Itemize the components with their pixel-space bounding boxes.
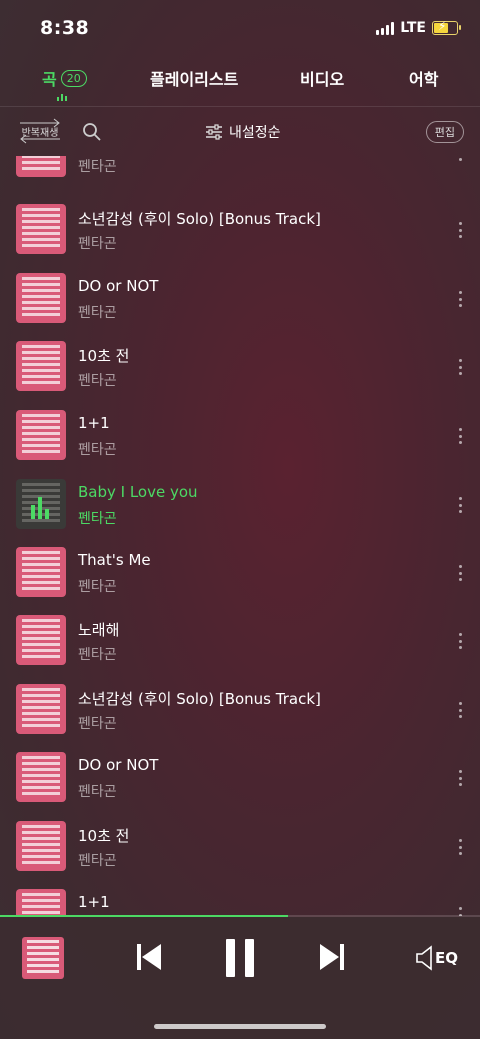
sort-button[interactable]: 내설정순 — [205, 122, 281, 142]
song-title: 1+1 — [78, 414, 110, 432]
more-options-icon[interactable] — [458, 633, 462, 649]
song-artist: 펜타곤 — [78, 236, 117, 252]
status-time: 8:38 — [40, 17, 90, 39]
song-title: 10초 전 — [78, 347, 130, 365]
more-options-icon[interactable] — [458, 565, 462, 581]
list-item[interactable]: That's Me 펜타곤 — [0, 547, 480, 615]
song-title: That's Me — [78, 551, 151, 569]
more-options-icon[interactable] — [458, 222, 462, 238]
home-indicator — [154, 1024, 326, 1029]
signal-icon — [376, 21, 395, 35]
tab-bar: 곡 20 플레이리스트 비디오 어학 — [0, 60, 480, 107]
song-artist: 펜타곤 — [78, 716, 117, 732]
album-art — [16, 547, 66, 597]
more-options-icon[interactable] — [458, 291, 462, 307]
list-item[interactable]: 소년감성 (후이 Solo) [Bonus Track] 펜타곤 — [0, 204, 480, 272]
album-art — [16, 273, 66, 323]
album-art — [16, 204, 66, 254]
tab-playlist[interactable]: 플레이리스트 — [150, 66, 238, 90]
more-options-icon[interactable] — [458, 702, 462, 718]
song-title: 소년감성 (후이 Solo) [Bonus Track] — [78, 690, 321, 708]
more-options-icon[interactable] — [458, 497, 462, 513]
song-artist: 펜타곤 — [78, 305, 117, 321]
pause-icon[interactable] — [225, 939, 255, 981]
previous-track-icon[interactable] — [136, 941, 162, 977]
list-item[interactable]: 1+1 — [0, 889, 480, 916]
repeat-icon — [20, 118, 60, 144]
status-bar: 8:38 LTE ⚡ — [0, 0, 480, 56]
album-art — [16, 615, 66, 665]
song-title: Baby I Love you — [78, 483, 198, 501]
list-item[interactable]: 10초 전 펜타곤 — [0, 821, 480, 889]
edit-button[interactable]: 편집 — [425, 121, 464, 143]
song-artist: 펜타곤 — [78, 784, 117, 800]
song-title: 노래해 — [78, 621, 120, 639]
song-artist: 펜타곤 — [78, 853, 117, 869]
more-options-icon[interactable] — [458, 428, 462, 444]
sort-label: 내설정순 — [229, 125, 281, 141]
song-artist: 펜타곤 — [78, 442, 117, 458]
song-title: 10초 전 — [78, 827, 130, 845]
album-art — [16, 889, 66, 916]
list-item[interactable]: DO or NOT 펜타곤 — [0, 752, 480, 820]
song-artist: 펜타곤 — [78, 579, 117, 595]
equalizer-icon — [31, 497, 49, 519]
eq-button[interactable]: EQ — [415, 945, 458, 971]
song-title: 1+1 — [78, 893, 110, 911]
song-title: DO or NOT — [78, 756, 159, 774]
speaker-icon — [416, 945, 432, 971]
song-artist: 펜타곤 — [78, 373, 117, 389]
eq-label: EQ — [435, 949, 458, 967]
song-artist: 펜타곤 — [78, 159, 117, 175]
list-item[interactable]: 펜타곤 — [0, 156, 480, 195]
more-options-icon[interactable] — [458, 359, 462, 375]
album-art — [16, 410, 66, 460]
song-count-badge: 20 — [60, 69, 87, 87]
song-title: DO or NOT — [78, 277, 159, 295]
sliders-icon — [206, 124, 222, 140]
network-label: LTE — [400, 20, 426, 36]
album-art — [16, 821, 66, 871]
more-options-icon[interactable] — [458, 839, 462, 855]
playing-indicator-icon — [57, 94, 67, 101]
mini-player: EQ — [0, 917, 480, 1039]
list-item[interactable]: 1+1 펜타곤 — [0, 410, 480, 478]
now-playing-album-art[interactable] — [22, 937, 64, 979]
list-item[interactable]: 노래해 펜타곤 — [0, 615, 480, 683]
tab-language[interactable]: 어학 — [409, 66, 438, 90]
song-artist: 펜타곤 — [78, 511, 117, 527]
more-options-icon[interactable] — [458, 770, 462, 786]
list-item[interactable]: 소년감성 (후이 Solo) [Bonus Track] 펜타곤 — [0, 684, 480, 752]
tab-video[interactable]: 비디오 — [300, 66, 344, 90]
album-art — [16, 479, 66, 529]
song-title: 소년감성 (후이 Solo) [Bonus Track] — [78, 210, 321, 228]
song-artist: 펜타곤 — [78, 647, 117, 663]
tab-songs-label: 곡 — [42, 70, 57, 89]
album-art — [16, 684, 66, 734]
repeat-button[interactable]: 반복재생 — [16, 118, 64, 144]
search-icon[interactable] — [82, 122, 102, 146]
battery-icon: ⚡ — [432, 19, 461, 35]
album-art — [16, 752, 66, 802]
song-list: 펜타곤 소년감성 (후이 Solo) [Bonus Track] 펜타곤 DO … — [0, 156, 480, 916]
tab-songs[interactable]: 곡 20 — [42, 66, 87, 90]
list-item[interactable]: 10초 전 펜타곤 — [0, 341, 480, 409]
list-item-now-playing[interactable]: Baby I Love you 펜타곤 — [0, 479, 480, 547]
list-item[interactable]: DO or NOT 펜타곤 — [0, 273, 480, 341]
list-toolbar: 반복재생 내설정순 편집 — [0, 106, 480, 156]
next-track-icon[interactable] — [319, 941, 345, 977]
more-options-icon[interactable] — [458, 156, 462, 161]
status-indicators: LTE ⚡ — [376, 19, 461, 36]
album-art — [16, 156, 66, 177]
album-art — [16, 341, 66, 391]
